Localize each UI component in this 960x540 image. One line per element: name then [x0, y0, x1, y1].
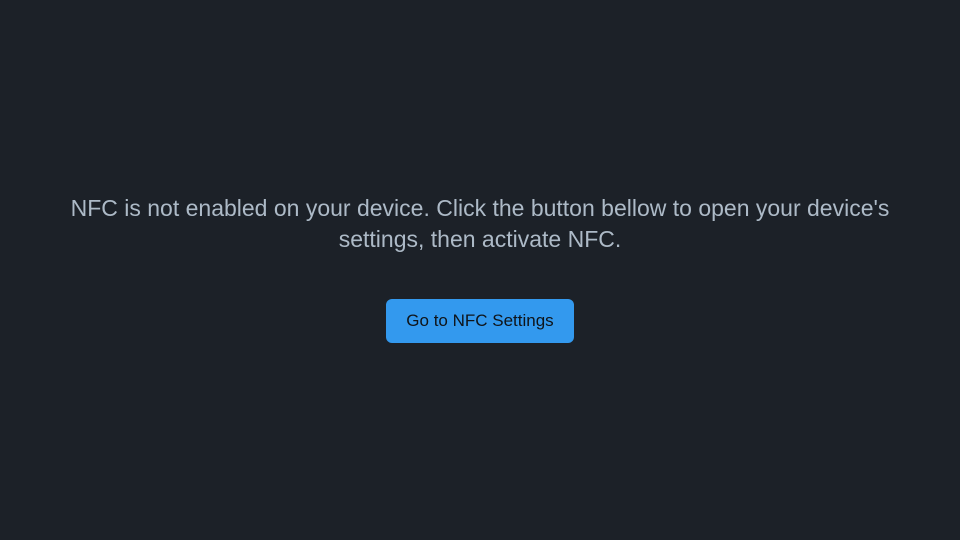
nfc-disabled-message: NFC is not enabled on your device. Click…: [45, 193, 915, 255]
go-to-nfc-settings-button[interactable]: Go to NFC Settings: [386, 299, 573, 343]
